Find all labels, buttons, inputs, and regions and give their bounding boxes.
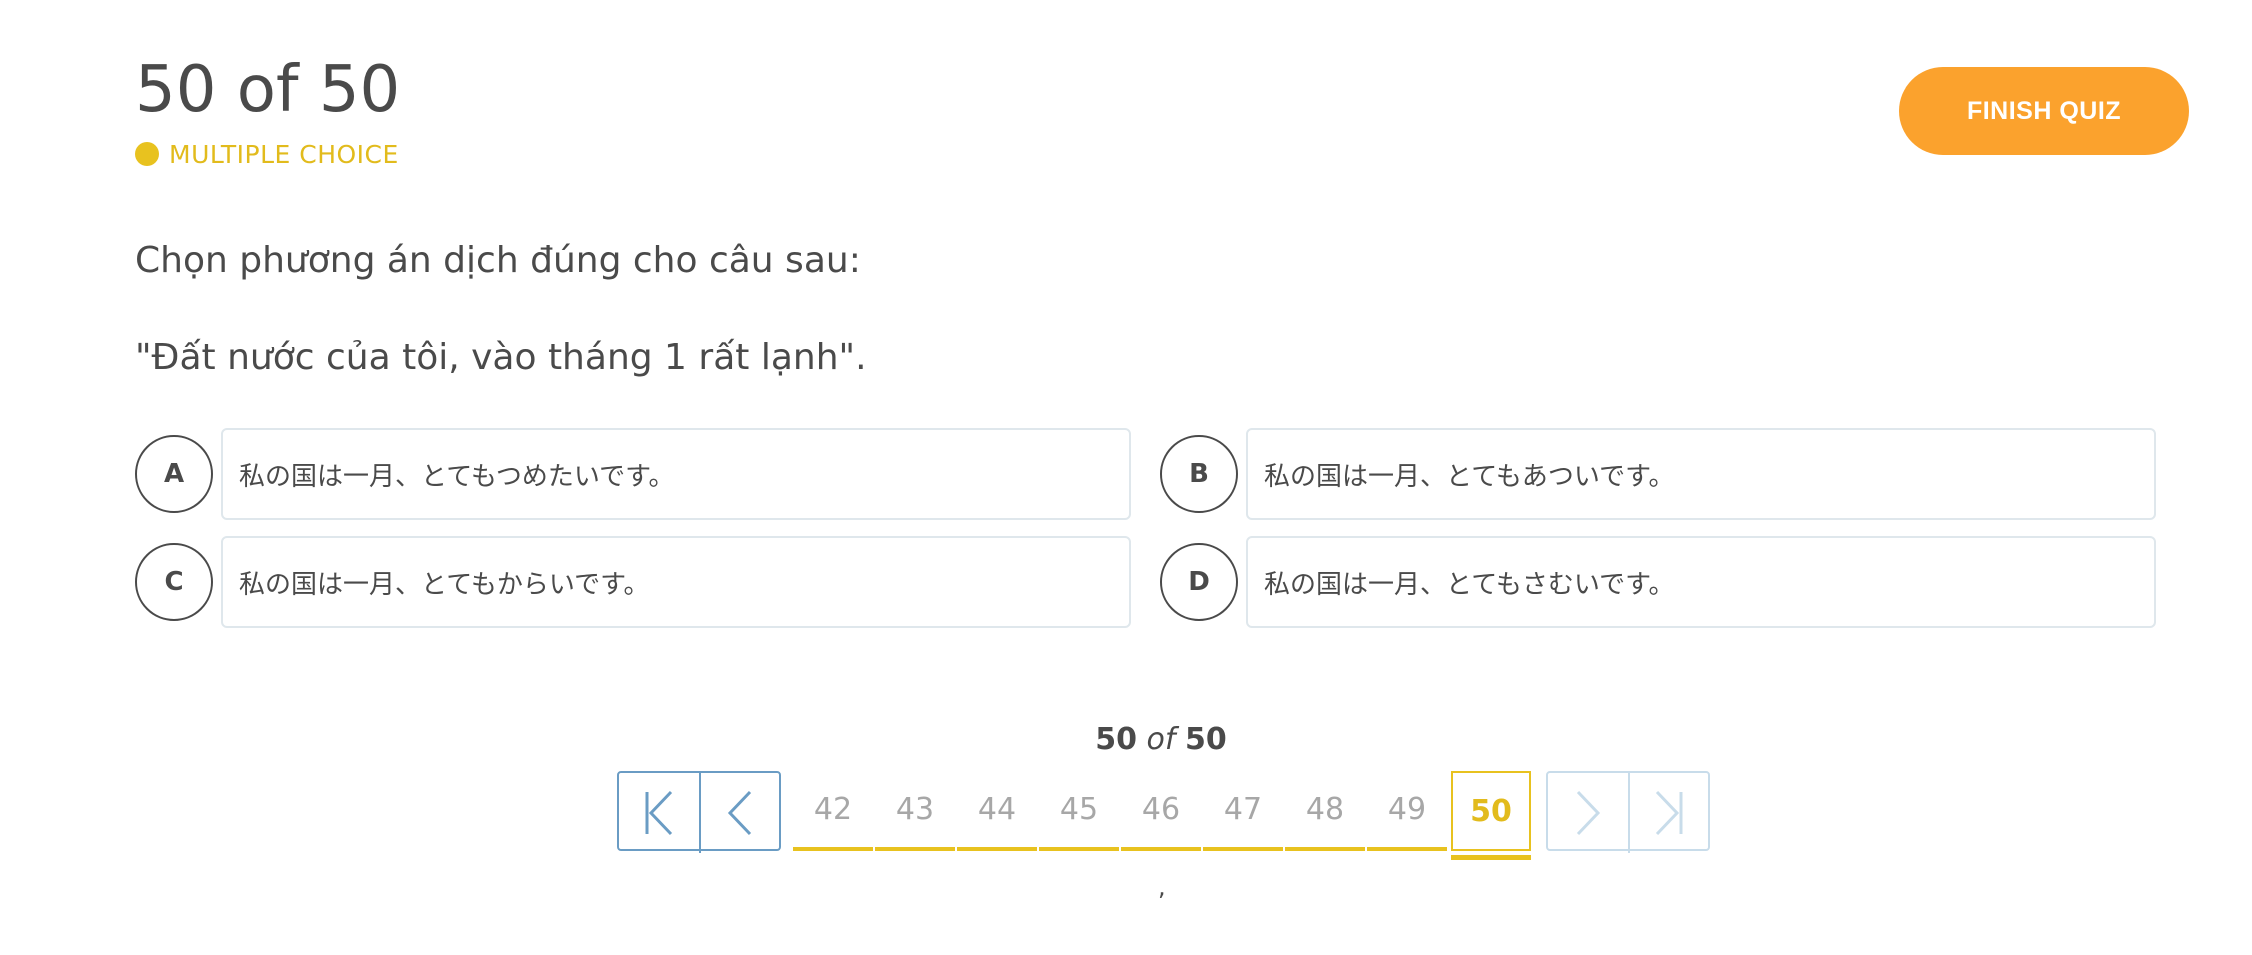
first-page-icon xyxy=(645,790,673,836)
page-number-50-current[interactable]: 50 xyxy=(1451,771,1531,851)
option-a[interactable]: A 私の国は一月、とてもつめたいです。 xyxy=(135,428,1131,520)
pager-nav-back xyxy=(617,771,781,853)
option-d[interactable]: D 私の国は一月、とてもさむいです。 xyxy=(1160,536,2156,628)
finish-quiz-button[interactable]: FINISH QUIZ xyxy=(1899,67,2189,155)
option-letter[interactable]: B xyxy=(1160,435,1238,513)
last-page-button[interactable] xyxy=(1628,773,1708,853)
option-text[interactable]: 私の国は一月、とてもつめたいです。 xyxy=(221,428,1131,520)
chevron-left-icon xyxy=(727,790,752,836)
page-number-46[interactable]: 46 xyxy=(1121,771,1201,851)
option-letter[interactable]: D xyxy=(1160,543,1238,621)
question-sentence: "Đất nước của tôi, vào tháng 1 rất lạnh"… xyxy=(135,337,867,378)
pager-nav-forward xyxy=(1546,771,1710,853)
last-page-icon xyxy=(1655,790,1683,836)
next-page-button[interactable] xyxy=(1548,773,1628,853)
question-counter: 50 of 50 xyxy=(135,53,401,127)
previous-page-button[interactable] xyxy=(699,773,779,853)
option-text[interactable]: 私の国は一月、とてもからいです。 xyxy=(221,536,1131,628)
page-number-49[interactable]: 49 xyxy=(1367,771,1447,851)
question-type-label: MULTIPLE CHOICE xyxy=(169,139,399,169)
current-page-underline xyxy=(1451,855,1531,860)
pager-status: 50 of 50 xyxy=(0,722,2252,757)
question-type: MULTIPLE CHOICE xyxy=(135,138,399,170)
first-page-button[interactable] xyxy=(619,773,699,853)
option-c[interactable]: C 私の国は一月、とてもからいです。 xyxy=(135,536,1131,628)
option-letter[interactable]: A xyxy=(135,435,213,513)
page-number-42[interactable]: 42 xyxy=(793,771,873,851)
option-text[interactable]: 私の国は一月、とてもさむいです。 xyxy=(1246,536,2156,628)
page-number-47[interactable]: 47 xyxy=(1203,771,1283,851)
page-number-43[interactable]: 43 xyxy=(875,771,955,851)
pager-total: 50 xyxy=(1185,722,1227,757)
option-b[interactable]: B 私の国は一月、とてもあついです。 xyxy=(1160,428,2156,520)
option-text[interactable]: 私の国は一月、とてもあついです。 xyxy=(1246,428,2156,520)
pager-current: 50 xyxy=(1095,722,1137,757)
page-number-45[interactable]: 45 xyxy=(1039,771,1119,851)
chevron-right-icon xyxy=(1576,790,1601,836)
question-prompt: Chọn phương án dịch đúng cho câu sau: xyxy=(135,240,861,281)
stray-mark: , xyxy=(1158,873,1166,901)
type-dot-icon xyxy=(135,142,159,166)
pager-of: of xyxy=(1146,722,1176,757)
option-letter[interactable]: C xyxy=(135,543,213,621)
page-number-44[interactable]: 44 xyxy=(957,771,1037,851)
page-number-48[interactable]: 48 xyxy=(1285,771,1365,851)
